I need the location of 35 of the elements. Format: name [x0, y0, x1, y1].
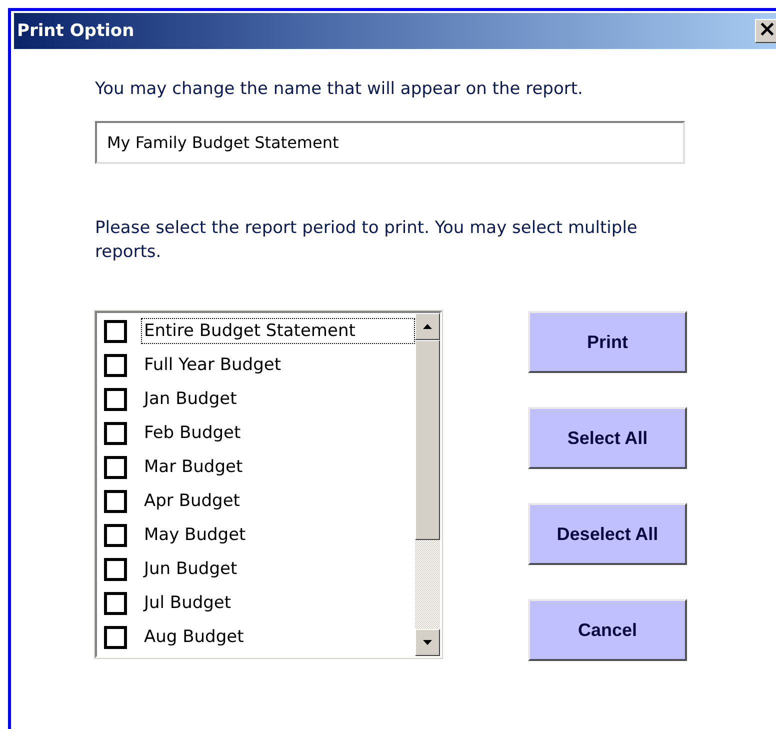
name-prompt: You may change the name that will appear on the report. [95, 78, 584, 101]
checkbox[interactable] [104, 388, 127, 410]
scroll-up-button[interactable] [415, 313, 440, 340]
list-item[interactable]: May Budget [141, 522, 415, 548]
checkbox[interactable] [104, 592, 127, 614]
close-button[interactable]: × [755, 19, 776, 43]
list-item[interactable]: Apr Budget [141, 488, 415, 514]
scroll-thumb[interactable] [415, 340, 440, 540]
scroll-bar[interactable] [415, 313, 440, 656]
up-arrow-icon [423, 324, 432, 329]
checkbox[interactable] [104, 558, 127, 580]
list-item[interactable]: Entire Budget Statement [141, 318, 415, 344]
list-item[interactable]: Jul Budget [141, 590, 415, 616]
checkbox[interactable] [104, 456, 127, 478]
checkbox[interactable] [104, 422, 127, 444]
dialog-button[interactable]: Deselect All [528, 503, 687, 565]
window-title: Print Option [17, 21, 134, 41]
list-item[interactable]: Feb Budget [141, 420, 415, 446]
checkbox[interactable] [104, 354, 127, 376]
list-item[interactable]: Aug Budget [141, 624, 415, 650]
checkbox[interactable] [104, 490, 127, 512]
list-item[interactable]: Full Year Budget [141, 352, 415, 378]
dialog-button[interactable]: Print [528, 311, 687, 373]
down-arrow-icon [423, 640, 432, 645]
list-item[interactable]: Mar Budget [141, 454, 415, 480]
scroll-down-button[interactable] [415, 629, 440, 656]
list-item[interactable]: Jun Budget [141, 556, 415, 582]
list-item[interactable]: Jan Budget [141, 386, 415, 412]
period-prompt: Please select the report period to print. You may select multiple reports. [95, 217, 638, 264]
checkbox[interactable] [104, 626, 127, 648]
dialog-button[interactable]: Cancel [528, 599, 687, 661]
dialog-button[interactable]: Select All [528, 407, 687, 469]
checkbox[interactable] [104, 524, 127, 546]
checkbox[interactable] [104, 320, 127, 342]
input-field[interactable]: My Family Budget Statement [95, 121, 685, 164]
